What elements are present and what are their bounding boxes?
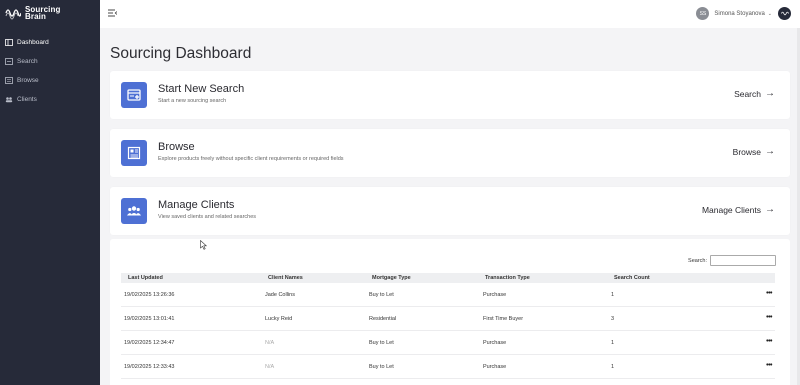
- cell-client-name: N/A: [265, 340, 275, 346]
- card-description: Explore products freely without specific…: [158, 156, 344, 162]
- search-label: Search:: [688, 257, 707, 264]
- table-header: Last Updated Client Names Mortgage Type …: [121, 273, 775, 283]
- app-logo[interactable]: Sourcing Brain: [5, 6, 60, 21]
- search-link[interactable]: Search →: [734, 88, 775, 100]
- clients-icon: [5, 96, 13, 103]
- cell-client-name: N/A: [265, 364, 275, 370]
- cell-last-updated: 19/02/2025 13:01:41: [124, 316, 175, 322]
- table-search: Search:: [688, 255, 776, 266]
- avatar: SS: [696, 7, 710, 20]
- card-description: Start a new sourcing search: [158, 98, 227, 104]
- cell-search-count: 3: [611, 316, 615, 322]
- arrow-right-icon: →: [765, 204, 775, 215]
- sidebar: Sourcing Brain Dashboard Search Browse C…: [0, 0, 100, 385]
- cell-transaction-type: First Time Buyer: [483, 316, 524, 322]
- table-row[interactable]: 19/02/2025 13:01:41 Lucky Reid Residenti…: [121, 308, 775, 331]
- cell-last-updated: 19/02/2025 12:33:43: [124, 364, 175, 370]
- cell-transaction-type: Purchase: [483, 292, 507, 298]
- card-link-label: Browse: [732, 147, 761, 157]
- sidebar-item-label: Search: [17, 58, 38, 65]
- cell-transaction-type: Purchase: [483, 340, 507, 346]
- main-content: Sourcing Dashboard Start New Search Star…: [100, 28, 800, 385]
- browse-icon: [5, 77, 13, 84]
- cell-transaction-type: Purchase: [483, 364, 507, 370]
- arrow-right-icon: →: [765, 146, 775, 157]
- group-icon: [121, 198, 147, 224]
- browse-card[interactable]: Browse Explore products freely without s…: [110, 129, 790, 177]
- cell-client-name: Lucky Reid: [265, 316, 293, 322]
- brain-wave-icon: [5, 9, 21, 20]
- menu-collapse-icon[interactable]: [108, 9, 117, 17]
- chevron-down-icon: ⌄: [767, 10, 772, 17]
- sidebar-nav: Dashboard Search Browse Clients: [0, 33, 100, 109]
- user-menu[interactable]: SS Simona Stoyanova ⌄: [696, 7, 772, 20]
- table-row[interactable]: 19/02/2025 13:26:36 Jade Collins Buy to …: [121, 284, 775, 307]
- column-header-client-names[interactable]: Client Names: [268, 275, 303, 281]
- search-input[interactable]: [710, 255, 776, 266]
- sidebar-item-clients[interactable]: Clients: [0, 90, 100, 109]
- cell-last-updated: 19/02/2025 12:34:47: [124, 340, 175, 346]
- card-description: View saved clients and related searches: [158, 214, 257, 220]
- cell-client-name: Jade Collins: [265, 292, 295, 298]
- mouse-pointer-icon: [200, 240, 208, 250]
- cell-mortgage-type: Buy to Let: [369, 364, 394, 370]
- table-row[interactable]: 19/02/2025 12:33:43 N/A Buy to Let Purch…: [121, 356, 775, 379]
- search-list-icon: [5, 58, 13, 65]
- page-title: Sourcing Dashboard: [110, 45, 252, 62]
- cell-search-count: 1: [611, 340, 615, 346]
- sidebar-item-dashboard[interactable]: Dashboard: [0, 33, 100, 52]
- arrow-right-icon: →: [765, 88, 775, 99]
- card-link-label: Manage Clients: [701, 205, 761, 215]
- brand-badge[interactable]: [778, 7, 791, 20]
- column-header-mortgage-type[interactable]: Mortgage Type: [372, 275, 411, 281]
- card-link-label: Search: [734, 89, 761, 99]
- cell-mortgage-type: Residential: [369, 316, 397, 322]
- new-search-icon: [121, 82, 147, 108]
- table-row[interactable]: 19/02/2025 12:34:47 N/A Buy to Let Purch…: [121, 332, 775, 355]
- sidebar-item-search[interactable]: Search: [0, 52, 100, 71]
- card-title: Browse: [158, 141, 195, 153]
- cell-mortgage-type: Buy to Let: [369, 340, 394, 346]
- cell-search-count: 1: [611, 364, 615, 370]
- card-title: Start New Search: [158, 83, 245, 95]
- start-new-search-card[interactable]: Start New Search Start a new sourcing se…: [110, 71, 790, 119]
- row-actions-icon[interactable]: •••: [766, 290, 772, 297]
- column-header-transaction-type[interactable]: Transaction Type: [485, 275, 530, 281]
- column-header-search-count[interactable]: Search Count: [614, 275, 650, 281]
- app-name-line2: Brain: [25, 12, 46, 21]
- sidebar-item-browse[interactable]: Browse: [0, 71, 100, 90]
- recent-searches-table: Search: Last Updated Client Names Mortga…: [110, 239, 790, 385]
- cell-last-updated: 19/02/2025 13:26:36: [124, 292, 175, 298]
- row-actions-icon[interactable]: •••: [766, 338, 772, 345]
- dashboard-icon: [5, 39, 13, 46]
- cell-mortgage-type: Buy to Let: [369, 292, 394, 298]
- browse-link[interactable]: Browse →: [732, 146, 775, 158]
- user-name: Simona Stoyanova: [714, 10, 765, 17]
- brain-wave-icon: [780, 11, 789, 16]
- row-actions-icon[interactable]: •••: [766, 314, 772, 321]
- card-title: Manage Clients: [158, 199, 235, 211]
- manage-clients-card[interactable]: Manage Clients View saved clients and re…: [110, 187, 790, 235]
- cell-search-count: 1: [611, 292, 615, 298]
- top-bar: SS Simona Stoyanova ⌄: [100, 0, 800, 28]
- sidebar-item-label: Clients: [17, 96, 37, 103]
- column-header-last-updated[interactable]: Last Updated: [128, 275, 163, 281]
- manage-clients-link[interactable]: Manage Clients →: [701, 204, 775, 216]
- row-actions-icon[interactable]: •••: [766, 362, 772, 369]
- browse-document-icon: [121, 140, 147, 166]
- sidebar-item-label: Dashboard: [17, 39, 49, 46]
- sidebar-item-label: Browse: [17, 77, 39, 84]
